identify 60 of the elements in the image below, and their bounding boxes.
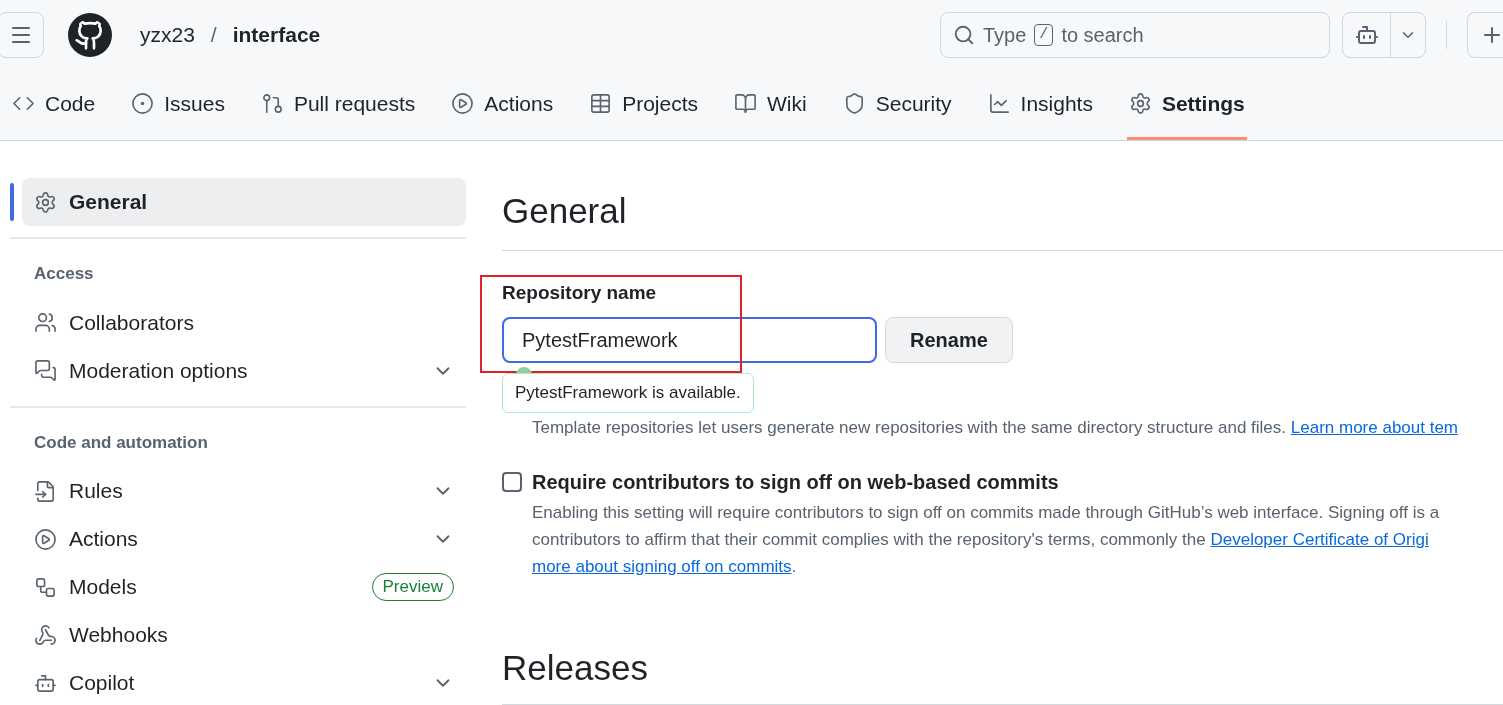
people-icon: [34, 311, 57, 334]
learn-more-link[interactable]: Learn more about tem: [1290, 418, 1459, 437]
copilot-icon: [1354, 23, 1379, 47]
circle-dot-icon: [131, 92, 155, 115]
section-title: Releases: [502, 641, 1503, 705]
repo-tab[interactable]: Issues: [129, 70, 227, 140]
signing-off-link[interactable]: more about signing off on commits: [532, 556, 792, 576]
pull-request-icon: [260, 92, 284, 115]
setting-description: contributors to affirm that their commit complies with the repository's terms, commonly the Developer Certificate of Origi: [532, 528, 1430, 551]
section-heading: Access: [33, 263, 95, 285]
logo-icon[interactable]: [68, 13, 112, 57]
search-field[interactable]: Type / to search: [940, 12, 1330, 58]
sidebar-item[interactable]: Collaborators: [22, 298, 466, 347]
sidebar-item[interactable]: Models Preview: [22, 563, 466, 611]
rules-icon: [34, 479, 57, 503]
path-separator: /: [210, 22, 217, 49]
repo-tab[interactable]: Pull requests: [258, 70, 418, 140]
graph-icon: [987, 92, 1011, 115]
template-description: Template repositories let users generate new repositories with the same directory structure and files. Learn more about tem: [531, 417, 1460, 439]
repo-tab[interactable]: Code: [10, 70, 98, 140]
repo-tab[interactable]: Insights: [985, 70, 1095, 140]
section-heading: Code and automation: [33, 431, 209, 454]
webhook-icon: [34, 623, 57, 647]
repo-tab[interactable]: Security: [840, 70, 954, 140]
repo-tab[interactable]: Wiki: [732, 70, 809, 140]
search-placeholder: to search: [1061, 23, 1144, 48]
repo-tab[interactable]: Settings: [1126, 70, 1247, 140]
setting-description: more about signing off on commits.: [532, 555, 798, 578]
owner-link[interactable]: yzx23: [140, 19, 195, 51]
checkbox-label[interactable]: Require contributors to sign off on web-based commits: [532, 466, 1059, 497]
page-title: General: [502, 185, 1503, 251]
sidebar-item[interactable]: Rules: [22, 467, 466, 515]
repo-tab[interactable]: Projects: [587, 70, 701, 140]
copilot-button-group[interactable]: [1342, 12, 1426, 58]
repo-link[interactable]: interface: [232, 19, 321, 51]
create-button[interactable]: [1467, 12, 1503, 58]
sidebar-item[interactable]: Actions: [22, 515, 466, 563]
play-icon: [451, 92, 475, 115]
branching-icon: [34, 575, 57, 599]
certificate-link[interactable]: Developer Certificate of Origi: [1210, 529, 1429, 549]
availability-tooltip: PytestFramework is available.: [502, 373, 754, 413]
repository-name-field[interactable]: PytestFramework: [502, 317, 877, 363]
slash-key: /: [1034, 24, 1054, 46]
repo-tab[interactable]: Actions: [449, 70, 556, 140]
table-icon: [589, 92, 613, 115]
search-icon: [953, 24, 975, 46]
play-icon: [34, 527, 57, 551]
sidebar-item[interactable]: Copilot: [22, 659, 466, 705]
comment-icon: [34, 359, 57, 382]
checkbox[interactable]: [502, 471, 522, 492]
sidebar-item[interactable]: General: [22, 178, 466, 226]
setting-description: Enabling this setting will require contributors to sign off on commits made through GitHub’s web interface. Signing off is a: [532, 501, 1441, 524]
rename-button[interactable]: Rename: [885, 317, 1013, 363]
settings-icon: [34, 190, 57, 214]
book-icon: [734, 92, 758, 115]
sidebar-item[interactable]: Webhooks: [22, 611, 466, 659]
sidebar-item[interactable]: Moderation options: [22, 346, 466, 395]
search-placeholder: Type: [983, 23, 1027, 48]
settings-icon: [1128, 92, 1152, 115]
field-label: Repository name: [502, 280, 658, 305]
